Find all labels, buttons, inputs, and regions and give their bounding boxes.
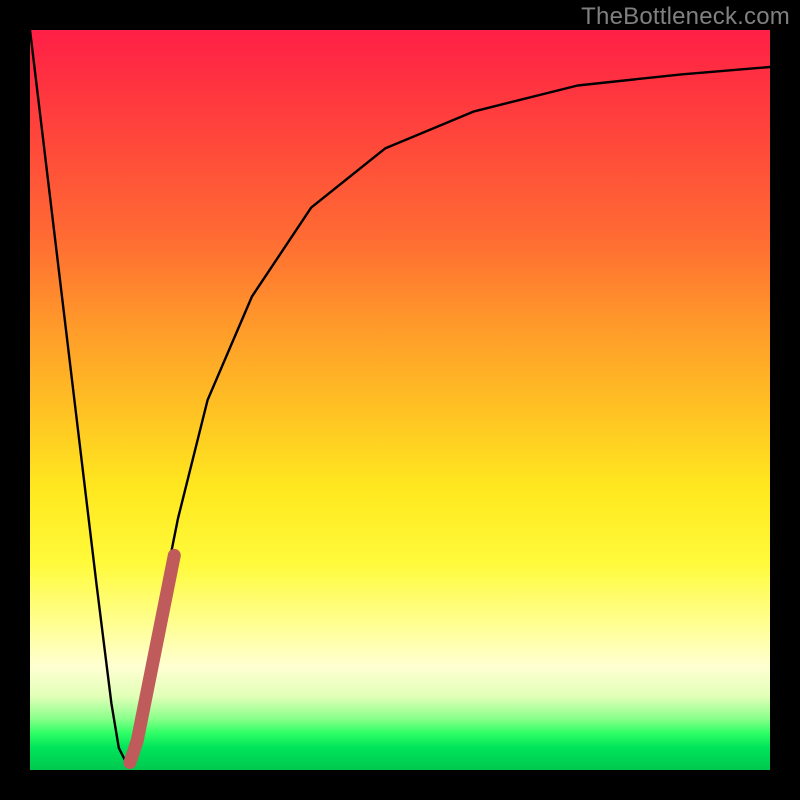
chart-svg — [30, 30, 770, 770]
highlight-segment — [130, 555, 174, 762]
chart-plot-area — [30, 30, 770, 770]
main-curve — [30, 30, 770, 763]
watermark-text: TheBottleneck.com — [581, 3, 790, 31]
chart-frame: TheBottleneck.com — [0, 0, 800, 800]
